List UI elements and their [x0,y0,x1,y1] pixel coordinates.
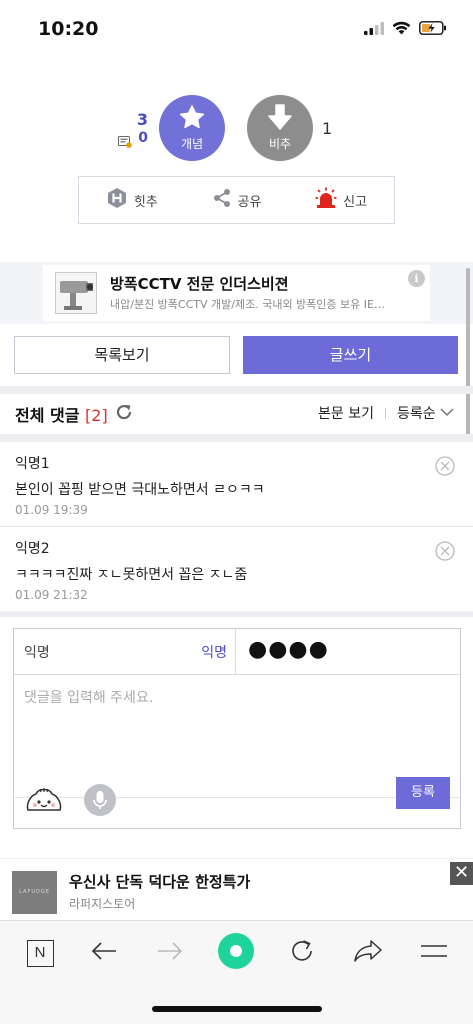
comment-item: 익명1 본인이 꼽핑 받으면 극대노하면서 ㄹㅇㅋㅋ 01.09 19:39 [0,442,473,526]
hit-recommend-label: 힛추 [133,194,158,210]
upvote-button[interactable]: 개념 [159,95,225,161]
write-post-button[interactable]: 글쓰기 [243,336,458,374]
battery-icon [419,20,447,39]
board-buttons: 목록보기 글쓰기 [14,336,458,374]
downvote-count: 1 [322,119,333,138]
sort-label: 등록순 [397,406,436,422]
section-divider [0,434,473,442]
refresh-icon[interactable] [115,403,133,425]
comment-author: 익명2 [15,541,50,557]
green-dot-button[interactable] [216,933,256,973]
comment-date: 01.09 19:39 [15,503,88,517]
nickname-field[interactable]: 익명 익명 [14,629,236,675]
status-icons [364,20,447,39]
forward-button[interactable] [150,933,190,973]
ad-banner: 방폭CCTV 전문 인더스비젼 내압/분진 방폭CCTV 개발/제조. 국내외 … [0,262,473,324]
arrow-left-icon [91,941,117,965]
submit-comment-button[interactable]: 등록 [396,777,450,809]
comment-text: ㅋㅋㅋㅋ진짜 ㅈㄴ못하면서 꼽은 ㅈㄴ줌 [15,567,248,583]
share-button[interactable]: 공유 [212,188,262,212]
wifi-icon [392,20,411,39]
share-icon [212,188,232,212]
arrow-right-icon [157,941,183,965]
upvote-label: 개념 [180,136,204,151]
status-time: 10:20 [38,18,99,40]
star-icon [179,104,205,134]
hit-recommend-button[interactable]: 힛추 [106,187,158,213]
list-view-button[interactable]: 목록보기 [14,336,230,374]
status-bar: 10:20 [0,0,473,56]
ad-info-icon[interactable]: i [408,270,425,287]
comment-date: 01.09 21:32 [15,588,88,602]
ad-card[interactable]: 방폭CCTV 전문 인더스비젼 내압/분진 방폭CCTV 개발/제조. 국내외 … [43,265,430,321]
sort-dropdown[interactable]: 등록순 [397,403,454,423]
bottom-ad[interactable]: LAFUDGE 우신사 단독 덕다운 한정특가 라퍼지스토어 ✕ [0,858,473,920]
close-icon[interactable]: ✕ [450,862,473,885]
comment-author: 익명1 [15,456,50,472]
nickname-placeholder: 익명 [24,645,50,661]
green-dot-icon [217,932,255,974]
mic-icon[interactable] [84,784,116,816]
delete-comment-icon[interactable] [435,456,455,480]
view-post-link[interactable]: 본문 보기 [318,403,374,423]
share-arrow-icon [354,939,382,967]
share-label: 공유 [237,194,262,210]
section-divider [0,386,473,394]
back-button[interactable] [84,933,124,973]
post-action-bar: 힛추 공유 신고 [78,176,395,224]
comments-title-text: 전체 댓글 [15,406,80,425]
emoji-icon[interactable] [24,784,64,820]
comment-form: 익명 익명 ●●●● 댓글을 입력해 주세요. 등록 [13,628,461,829]
siren-icon [315,187,337,213]
delete-comment-icon[interactable] [435,541,455,565]
hamburger-icon [421,943,447,963]
naver-home-button[interactable]: N [20,933,60,973]
bottom-ad-title: 우신사 단독 덕다운 한정특가 [69,873,251,891]
chevron-down-icon [440,405,454,421]
bottom-ad-thumbnail: LAFUDGE [12,871,57,914]
upvote-count: 3 [136,110,148,129]
comments-count: [2] [85,406,108,425]
share-page-button[interactable] [348,933,388,973]
reload-icon [289,938,315,968]
home-indicator[interactable] [152,1006,322,1012]
arrow-down-icon [268,104,292,134]
header-divider [385,408,386,419]
fixed-vote-count: 0 [138,130,148,146]
home-indicator-area [0,984,473,1024]
browser-toolbar: N [0,920,473,984]
hit-icon [106,187,128,213]
report-button[interactable]: 신고 [315,187,367,213]
comments-title: 전체 댓글 [2] [15,402,108,426]
ad-thumbnail [55,272,97,314]
comments-header: 전체 댓글 [2] 본문 보기 등록순 [0,396,473,432]
form-toolbar: 등록 [14,777,460,828]
ad-title: 방폭CCTV 전문 인더스비젼 [110,275,289,293]
comment-text: 본인이 꼽핑 받으면 극대노하면서 ㄹㅇㅋㅋ [15,482,265,498]
downvote-button[interactable]: 비추 [247,95,313,161]
downvote-label: 비추 [268,137,292,151]
fixed-vote-icon [118,133,132,152]
menu-button[interactable] [414,933,454,973]
naver-n-icon: N [26,939,54,967]
bottom-ad-advertiser: 라퍼지스토어 [69,897,136,911]
comment-textarea[interactable]: 댓글을 입력해 주세요. [14,675,460,798]
nickname-mode-toggle[interactable]: 익명 [201,642,227,662]
comment-item: 익명2 ㅋㅋㅋㅋ진짜 ㅈㄴ못하면서 꼽은 ㅈㄴ줌 01.09 21:32 [0,527,473,611]
vote-area: 3 0 개념 비추 1 [0,92,473,164]
comment-placeholder: 댓글을 입력해 주세요. [24,690,154,706]
signal-icon [364,20,384,39]
report-label: 신고 [343,194,368,210]
password-value: ●●●● [248,637,329,662]
password-field[interactable]: ●●●● [236,629,460,675]
section-divider [0,611,473,617]
reload-button[interactable] [282,933,322,973]
ad-description: 내압/분진 방폭CCTV 개발/제조. 국내외 방폭인증 보유 IE… [110,298,385,311]
